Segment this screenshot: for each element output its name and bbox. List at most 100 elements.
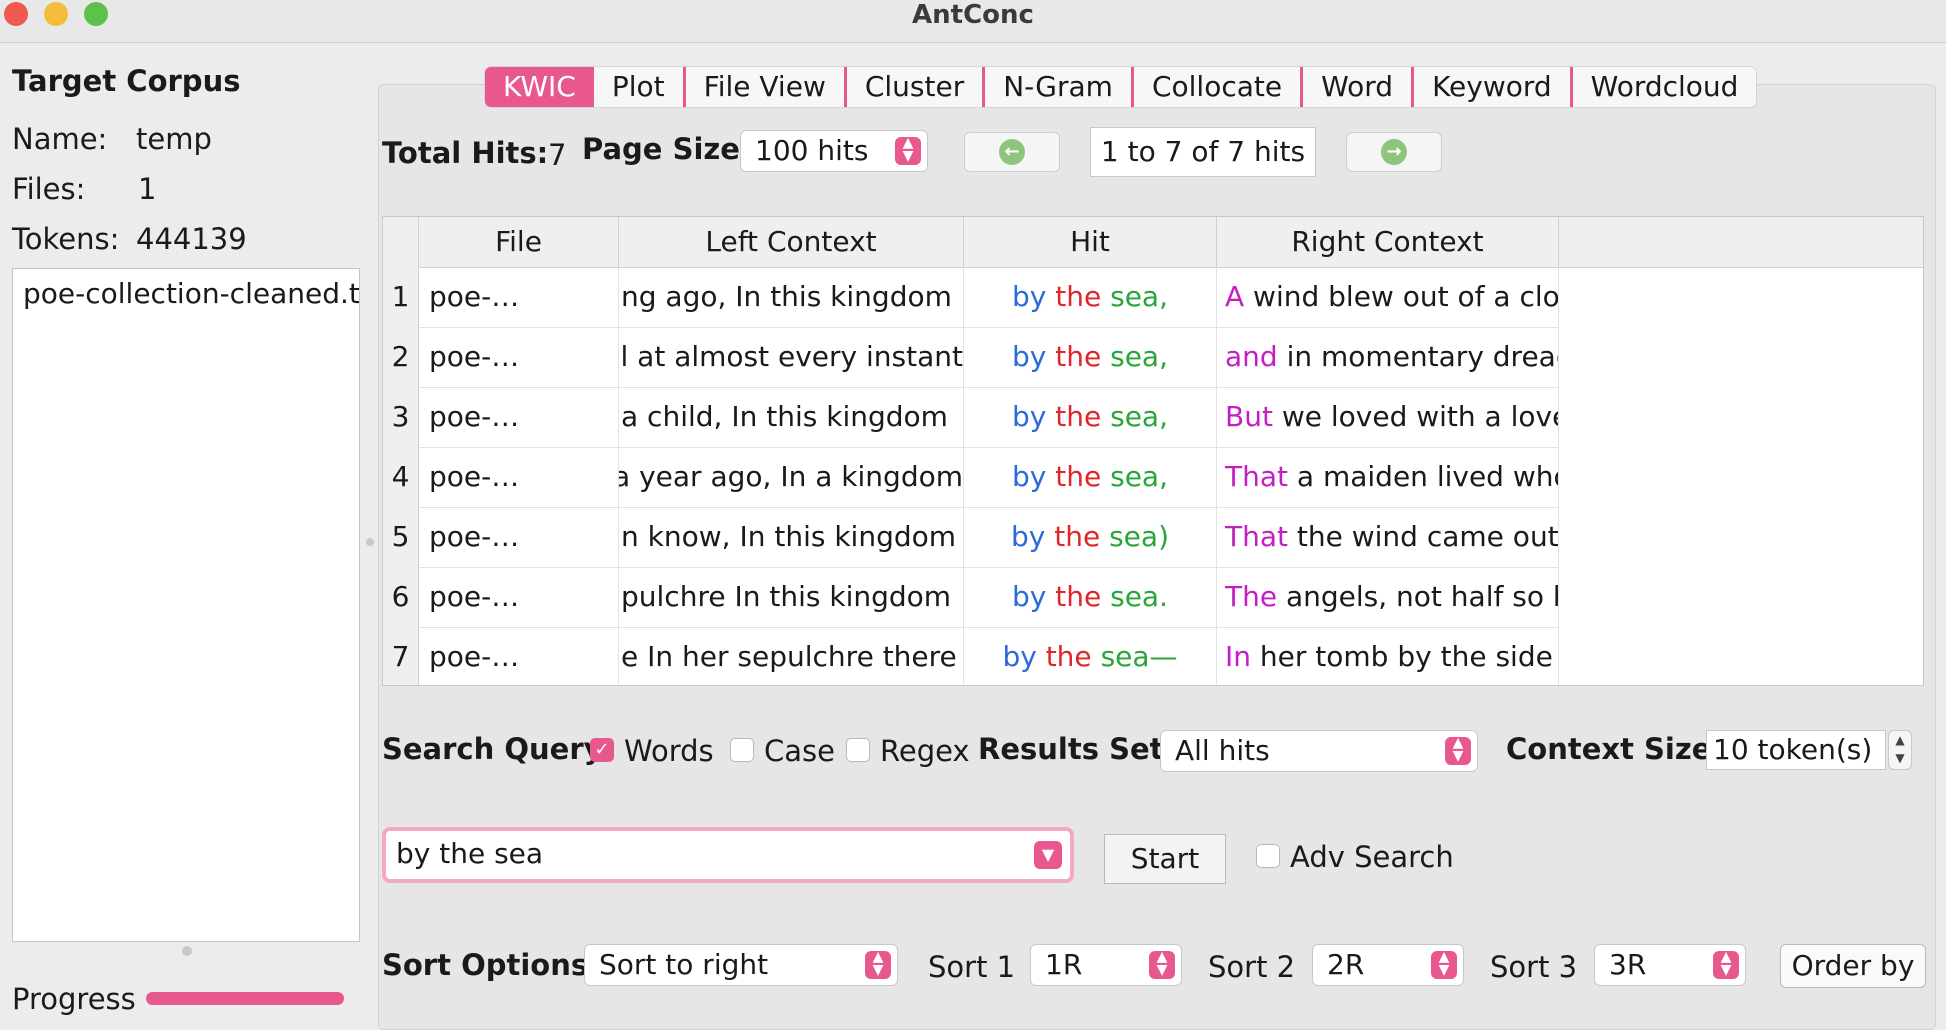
vertical-splitter-handle[interactable] — [366, 538, 374, 546]
sort3-value: 3R — [1609, 948, 1647, 981]
table-row[interactable]: 7 poe-… e In her sepulchre there by the sea… — [383, 627, 1559, 685]
right-context-first-word: In — [1225, 640, 1252, 673]
table-row[interactable]: 4 poe-… a year ago, In a kingdom by the sea… — [383, 447, 1559, 508]
sort-mode-select[interactable]: Sort to right ▲ ▼ — [584, 944, 898, 986]
file-cell[interactable]: poe-… — [419, 267, 619, 327]
table-row[interactable]: 6 poe-… pulchre In this kingdom by the sea.… — [383, 567, 1559, 628]
hit-cell[interactable]: by the sea, — [964, 387, 1217, 447]
file-cell[interactable]: poe-… — [419, 327, 619, 387]
hit-cell[interactable]: by the sea. — [964, 567, 1217, 627]
left-context-cell[interactable]: pulchre In this kingdom — [619, 567, 964, 627]
right-context-cell[interactable]: The angels, not half so happy — [1217, 567, 1559, 627]
tab-kwic[interactable]: KWIC — [485, 67, 594, 107]
row-number: 4 — [383, 447, 419, 507]
corpus-file-list[interactable]: poe-collection-cleaned.t — [12, 268, 360, 942]
hit-cell[interactable]: by the sea— — [964, 627, 1217, 685]
order-by-button[interactable]: Order by — [1780, 944, 1926, 988]
table-row[interactable]: 1 poe-… ng ago, In this kingdom by the sea,… — [383, 267, 1559, 328]
tab-word[interactable]: Word — [1303, 67, 1415, 107]
row-number: 6 — [383, 567, 419, 627]
kwic-results-table[interactable]: File Left Context Hit Right Context 1 poe… — [382, 216, 1924, 686]
right-context-first-word: That — [1225, 460, 1288, 493]
results-set-label: Results Set — [978, 732, 1164, 766]
row-number-header — [383, 217, 419, 267]
hit-word-1: by — [1002, 640, 1037, 673]
search-query-input[interactable]: by the sea — [396, 831, 543, 877]
corpus-file-item[interactable]: poe-collection-cleaned.t — [13, 269, 359, 318]
file-cell[interactable]: poe-… — [419, 567, 619, 627]
right-context-cell[interactable]: In her tomb by the side of — [1217, 627, 1559, 685]
left-context-cell[interactable]: ng ago, In this kingdom — [619, 267, 964, 327]
table-row[interactable]: 2 poe-… l at almost every instant by the se… — [383, 327, 1559, 388]
hit-cell[interactable]: by the sea, — [964, 327, 1217, 387]
tab-cluster[interactable]: Cluster — [847, 67, 986, 107]
column-header-left-context[interactable]: Left Context — [619, 217, 964, 267]
tab-wordcloud[interactable]: Wordcloud — [1573, 67, 1757, 107]
files-label: Files: — [12, 172, 86, 206]
adv-search-checkbox[interactable] — [1256, 844, 1280, 868]
left-context-text: ng ago, In this kingdom — [621, 280, 952, 313]
context-size-label: Context Size — [1506, 732, 1712, 766]
total-hits-label: Total Hits: — [382, 136, 549, 170]
tab-plot[interactable]: Plot — [594, 67, 686, 107]
left-context-cell[interactable]: a child, In this kingdom — [619, 387, 964, 447]
tab-n-gram[interactable]: N-Gram — [985, 67, 1134, 107]
column-header-hit[interactable]: Hit — [964, 217, 1217, 267]
right-context-cell[interactable]: That a maiden lived who — [1217, 447, 1559, 507]
search-query-combobox[interactable]: by the sea ▼ — [382, 827, 1074, 883]
words-checkbox[interactable]: ✓ — [590, 738, 614, 762]
right-context-rest: her tomb by the side of — [1251, 640, 1559, 673]
tab-collocate[interactable]: Collocate — [1134, 67, 1304, 107]
previous-page-button[interactable]: ← — [964, 132, 1060, 172]
window-title: AntConc — [912, 0, 1034, 30]
splitter-handle[interactable] — [182, 946, 192, 956]
hit-word-2: the — [1054, 520, 1101, 553]
hit-cell[interactable]: by the sea, — [964, 267, 1217, 327]
sort1-select[interactable]: 1R ▲ ▼ — [1030, 944, 1182, 986]
right-context-cell[interactable]: A wind blew out of a cloud — [1217, 267, 1559, 327]
tool-tabs: KWIC Plot File View Cluster N-Gram Collo… — [484, 66, 1758, 108]
sort1-label: Sort 1 — [928, 950, 1016, 984]
file-cell[interactable]: poe-… — [419, 507, 619, 567]
chevron-down-icon[interactable]: ▼ — [1034, 841, 1062, 869]
context-size-input[interactable]: 10 token(s) — [1706, 730, 1886, 770]
case-checkbox[interactable] — [730, 738, 754, 762]
right-context-cell[interactable]: and in momentary dread — [1217, 327, 1559, 387]
adv-search-label: Adv Search — [1290, 840, 1454, 874]
page-size-label: Page Size — [582, 132, 740, 166]
right-context-cell[interactable]: But we loved with a love — [1217, 387, 1559, 447]
regex-label: Regex — [880, 734, 970, 768]
progress-label: Progress — [12, 982, 136, 1016]
table-row[interactable]: 3 poe-… a child, In this kingdom by the sea… — [383, 387, 1559, 448]
case-label: Case — [764, 734, 835, 768]
hit-word-3: sea, — [1110, 280, 1168, 313]
left-context-text: pulchre In this kingdom — [621, 580, 952, 613]
regex-checkbox[interactable] — [846, 738, 870, 762]
page-size-select[interactable]: 100 hits ▲ ▼ — [740, 130, 928, 172]
hit-cell[interactable]: by the sea) — [964, 507, 1217, 567]
left-context-text: e In her sepulchre there — [621, 640, 957, 673]
tab-keyword[interactable]: Keyword — [1414, 67, 1573, 107]
column-header-file[interactable]: File — [419, 217, 619, 267]
arrow-left-icon: ← — [999, 139, 1025, 165]
start-button[interactable]: Start — [1104, 834, 1226, 884]
sort3-select[interactable]: 3R ▲ ▼ — [1594, 944, 1746, 986]
left-context-cell[interactable]: n know, In this kingdom — [619, 507, 964, 567]
tab-file-view[interactable]: File View — [686, 67, 847, 107]
page-size-value: 100 hits — [755, 134, 869, 167]
sort2-select[interactable]: 2R ▲ ▼ — [1312, 944, 1464, 986]
results-set-select[interactable]: All hits ▲ ▼ — [1160, 730, 1478, 772]
right-context-cell[interactable]: That the wind came out of — [1217, 507, 1559, 567]
left-context-cell[interactable]: e In her sepulchre there — [619, 627, 964, 685]
left-context-cell[interactable]: a year ago, In a kingdom — [619, 447, 964, 507]
file-cell[interactable]: poe-… — [419, 387, 619, 447]
results-set-value: All hits — [1175, 734, 1270, 767]
next-page-button[interactable]: → — [1346, 132, 1442, 172]
file-cell[interactable]: poe-… — [419, 447, 619, 507]
hit-cell[interactable]: by the sea, — [964, 447, 1217, 507]
column-header-right-context[interactable]: Right Context — [1217, 217, 1559, 267]
table-row[interactable]: 5 poe-… n know, In this kingdom by the sea)… — [383, 507, 1559, 568]
file-cell[interactable]: poe-… — [419, 627, 619, 685]
left-context-cell[interactable]: l at almost every instant — [619, 327, 964, 387]
context-size-stepper[interactable]: ▲ ▼ — [1888, 730, 1912, 770]
